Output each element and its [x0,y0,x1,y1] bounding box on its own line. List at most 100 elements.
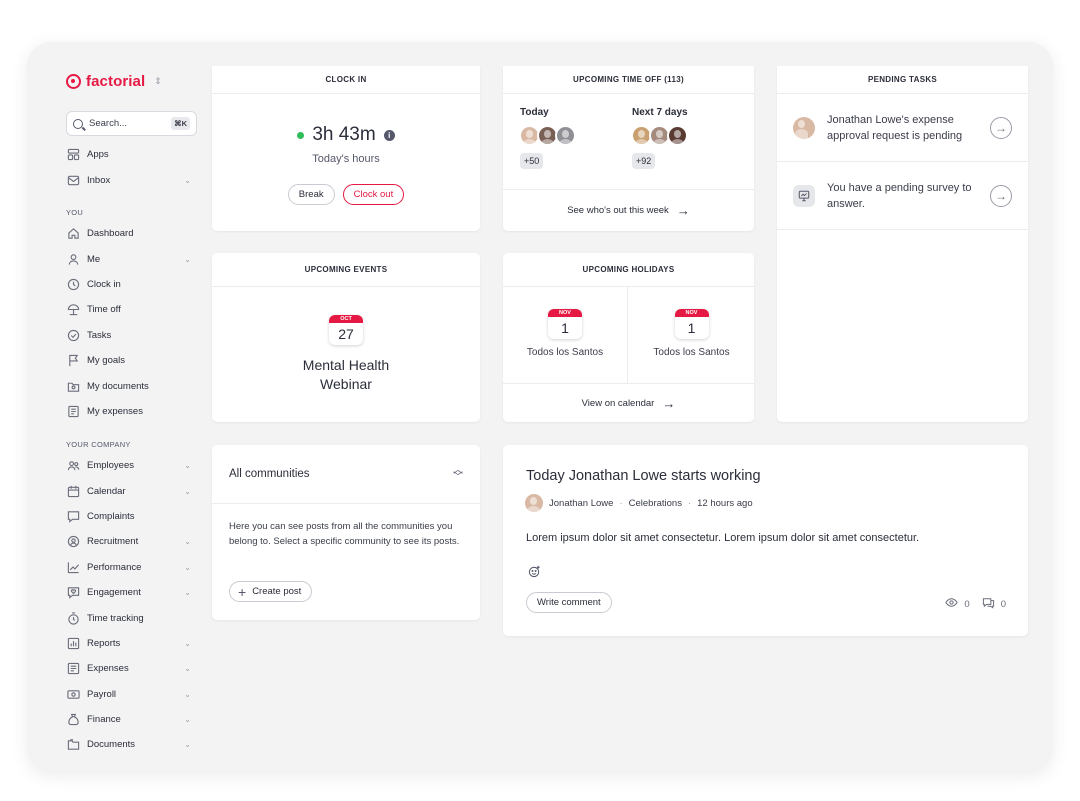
chevron-down-icon[interactable]: ⌄ [184,690,191,699]
sidebar-item-complaints[interactable]: Complaints [66,504,191,529]
chevron-down-icon[interactable]: ⌄ [184,715,191,724]
section-label-company: YOUR COMPANY [66,439,131,449]
comments-count: 0 [1000,598,1006,610]
chevron-down-icon[interactable]: ⌄ [184,664,191,673]
sidebar-item-apps[interactable]: Apps [66,142,191,167]
arrow-right-icon: → [676,203,690,218]
task-item[interactable]: You have a pending survey to answer. → [777,162,1028,230]
sidebar-item-label: Recruitment [87,536,139,548]
upcoming-events-card: UPCOMING EVENTS OCT 27 Mental Health Web… [212,253,480,422]
sidebar-item-label: Me [87,253,101,265]
sidebar-item-tasks[interactable]: Tasks [66,323,191,348]
today-count[interactable]: +50 [520,151,544,169]
sidebar-item-finance[interactable]: Finance ⌄ [66,707,191,732]
post-author[interactable]: Jonathan Lowe [549,498,613,509]
sidebar-item-documents[interactable]: Documents ⌄ [66,732,191,757]
sidebar-item-recruitment[interactable]: Recruitment ⌄ [66,529,191,554]
sidebar-item-label: Payroll [87,688,117,700]
sidebar-item-reports[interactable]: Reports ⌄ [66,631,191,656]
company-switch-icon[interactable]: ⇕ [154,76,162,87]
sidebar-item-clock-in[interactable]: Clock in [66,272,191,297]
card-title: UPCOMING HOLIDAYS [503,253,754,287]
plus-icon: + [238,583,247,600]
search-box[interactable]: Search... ⌘K [66,111,197,136]
sidebar-item-my-expenses[interactable]: My expenses [66,399,191,424]
chevron-down-icon[interactable]: ⌄ [184,588,191,597]
community-selector[interactable]: All communities ︿ ﹀ [212,445,480,504]
sidebar-item-performance[interactable]: Performance ⌄ [66,555,191,580]
inbox-icon [66,173,80,187]
apps-icon [66,148,80,162]
sidebar-item-label: Time off [87,304,121,316]
sidebar-item-engagement[interactable]: Engagement ⌄ [66,580,191,605]
sidebar-item-expenses[interactable]: Expenses ⌄ [66,656,191,681]
chart-icon [66,560,80,574]
sidebar-item-me[interactable]: Me ⌄ [66,246,191,271]
task-item[interactable]: Jonathan Lowe's expense approval request… [777,94,1028,162]
home-icon [66,227,80,241]
sidebar-item-payroll[interactable]: Payroll ⌄ [66,682,191,707]
info-icon[interactable]: i [383,129,395,141]
link-label: See who's out this week [567,205,669,216]
write-comment-button[interactable]: Write comment [526,592,612,613]
sidebar-item-my-documents[interactable]: My documents [66,373,191,398]
chevron-down-icon[interactable]: ⌄ [184,563,191,572]
sidebar-item-inbox[interactable]: Inbox ⌄ [66,167,191,192]
nav-you: YOU Dashboard Me ⌄ Clock in Time off Tas… [66,203,191,424]
post-title[interactable]: Today Jonathan Lowe starts working [526,468,761,484]
sidebar-item-label: My goals [87,355,126,367]
time-off-card: UPCOMING TIME OFF (113) Today +50 Next 7… [503,66,754,231]
chevron-down-icon[interactable]: ⌄ [184,487,191,496]
card-title: UPCOMING EVENTS [212,253,480,287]
add-reaction-icon[interactable] [526,563,542,579]
holiday-item[interactable]: NOV 1 Todos los Santos [629,287,754,383]
create-post-wrapper: + Create post [229,581,313,602]
arrow-circle-icon[interactable]: → [990,116,1012,139]
chevron-down-icon[interactable]: ⌄ [184,639,191,648]
clock-out-button[interactable]: Clock out [342,184,405,205]
event-date[interactable]: OCT 27 [212,315,480,345]
sidebar-item-employees[interactable]: Employees ⌄ [66,453,191,478]
clock-in-card: CLOCK IN 3h 43m i Today's hours Break Cl… [212,66,480,231]
sidebar-item-calendar[interactable]: Calendar ⌄ [66,478,191,503]
event-name[interactable]: Mental Health Webinar [286,356,406,394]
sidebar-item-time-tracking[interactable]: Time tracking [66,605,191,630]
comment-wrapper: Write comment [526,592,612,613]
brand-logo[interactable]: factorial ⇕ [66,73,162,90]
card-title: PENDING TASKS [777,66,1028,94]
brand-name: factorial [86,73,146,90]
sidebar-item-label: Inbox [87,174,111,186]
post-stats: 0 0 [945,596,1006,612]
search-person-icon [66,535,80,549]
arrow-circle-icon[interactable]: → [990,184,1012,207]
holiday-item[interactable]: NOV 1 Todos los Santos [503,287,628,383]
break-button[interactable]: Break [287,184,335,205]
chevron-down-icon[interactable]: ⌄ [184,461,191,470]
today-avatars[interactable] [519,125,576,146]
chevron-down-icon[interactable]: ⌄ [184,176,191,185]
view-calendar-link[interactable]: View on calendar → [503,383,754,422]
next-days-count[interactable]: +92 [632,151,656,169]
avatar [793,116,815,139]
avatar[interactable] [525,494,543,512]
documents-icon [66,738,80,752]
next-days-avatars[interactable] [631,125,688,146]
sidebar-item-time-off[interactable]: Time off [66,297,191,322]
chevron-down-icon[interactable]: ⌄ [184,537,191,546]
sidebar-item-dashboard[interactable]: Dashboard [66,221,191,246]
chevron-down-icon[interactable]: ⌄ [184,255,191,264]
sidebar-item-my-goals[interactable]: My goals [66,348,191,373]
see-out-link[interactable]: See who's out this week → [503,189,754,231]
post-community[interactable]: Celebrations [629,498,682,509]
check-circle-icon [66,328,80,342]
pending-tasks-card: PENDING TASKS Jonathan Lowe's expense ap… [777,66,1028,422]
status-dot [297,131,305,139]
nav-top: Apps Inbox ⌄ [66,142,191,193]
today-label: Today [520,107,549,118]
chevron-down-icon[interactable]: ⌄ [184,740,191,749]
search-icon [73,118,83,129]
create-post-button[interactable]: + Create post [229,581,313,602]
receipt-icon [66,404,80,418]
folder-icon [66,379,80,393]
holiday-name: Todos los Santos [526,347,604,358]
